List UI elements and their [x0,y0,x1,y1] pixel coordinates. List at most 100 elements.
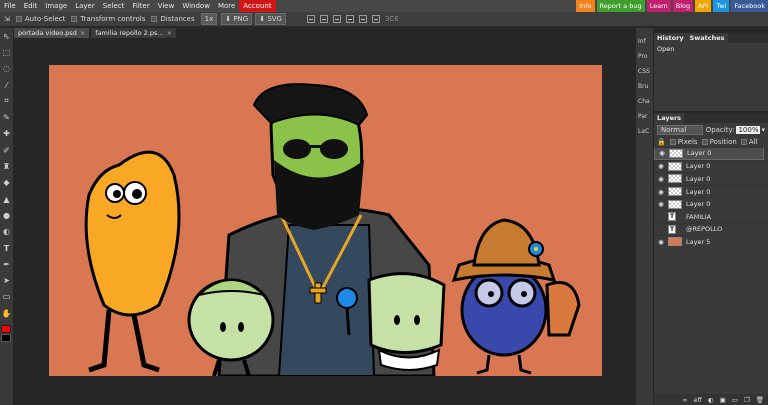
type-tool-icon[interactable]: T [0,240,13,256]
layer-row[interactable]: ◉ Layer 0 [654,159,768,173]
top-link-info[interactable]: Info [576,0,595,12]
menu-account[interactable]: Account [239,0,276,12]
menu-image[interactable]: Image [41,0,71,12]
tab-familia-repollo[interactable]: familia repollo 2.ps... × [91,28,177,38]
lasso-tool-icon[interactable]: ◌ [0,61,13,77]
background-color-swatch[interactable] [1,334,11,342]
align-left-icon[interactable] [306,15,315,23]
move-tool-icon[interactable]: ⇖ [0,28,13,44]
magic-wand-tool-icon[interactable]: ⁄ [0,77,13,93]
export-png-button[interactable]: ⬇ PNG [221,13,253,25]
distances-checkbox[interactable] [151,16,158,22]
healing-tool-icon[interactable]: ✚ [0,126,13,142]
menu-more[interactable]: More [214,0,239,12]
new-layer-icon[interactable]: ❐ [744,396,750,404]
panel-properties-button[interactable]: Pro [636,49,653,64]
adjustment-layer-icon[interactable]: ◐ [708,396,714,404]
brush-tool-icon[interactable]: ✐ [0,142,13,158]
panel-paragraph-button[interactable]: Par [636,109,653,124]
lock-pixels-checkbox[interactable] [669,139,676,145]
transform-controls-option[interactable]: Transform controls [71,15,145,23]
opacity-label: Opacity: [705,126,735,134]
top-link-facebook[interactable]: Facebook [731,0,768,12]
visibility-eye-icon[interactable]: ◉ [657,238,665,246]
lock-icon: 🔒 [657,138,666,146]
visibility-eye-icon[interactable]: ◉ [658,149,666,157]
top-link-learn[interactable]: Learn [646,0,671,12]
panel-info-button[interactable]: Inf [636,34,653,49]
align-right-icon[interactable] [332,15,341,23]
align-top-icon[interactable] [345,15,354,23]
visibility-eye-icon[interactable]: ◉ [657,175,665,183]
menu-edit[interactable]: Edit [20,0,42,12]
foreground-color-swatch[interactable] [1,325,11,333]
layer-effects-button[interactable]: eff [693,396,701,404]
zoom-select[interactable]: 1x [200,13,218,25]
tab-history[interactable]: History [654,33,687,43]
distances-option[interactable]: Distances [151,15,195,23]
lock-position-checkbox[interactable] [701,139,708,145]
clone-stamp-tool-icon[interactable]: ♜ [0,158,13,174]
top-link-twi[interactable]: Twi [713,0,730,12]
blueberry-character [451,218,581,375]
align-bottom-icon[interactable] [371,15,380,23]
layer-row[interactable]: ◉ Layer 0 [654,184,768,198]
new-folder-icon[interactable]: ▭ [732,396,738,404]
layer-row[interactable]: ◉ Layer 0 [654,147,764,160]
fill-tool-icon[interactable]: ▲ [0,191,13,207]
link-layers-icon[interactable]: ∞ [682,396,687,404]
export-svg-button[interactable]: ⬇ SVG [255,13,286,25]
lock-all-checkbox[interactable] [740,139,747,145]
crop-tool-icon[interactable]: ⌗ [0,93,13,109]
layer-name: @REPOLLO [686,225,723,234]
top-link-api[interactable]: API [695,0,712,12]
menu-filter[interactable]: Filter [128,0,153,12]
marquee-tool-icon[interactable]: ⬚ [0,44,13,60]
eyedropper-tool-icon[interactable]: ✎ [0,109,13,125]
layer-row[interactable]: ◉ Layer 0 [654,172,768,185]
distribute-label[interactable]: 3C6 [385,15,399,23]
panel-brush-button[interactable]: Bru [636,79,653,94]
auto-select-option[interactable]: Auto-Select [15,15,65,23]
panel-layer-comps-button[interactable]: LaC [636,124,653,139]
delete-layer-icon[interactable]: 🗑 [756,396,764,404]
menu-layer[interactable]: Layer [71,0,99,12]
menu-window[interactable]: Window [178,0,214,12]
layer-row[interactable]: T FAMILIA [654,209,768,223]
auto-select-checkbox[interactable] [15,16,22,22]
tab-layers[interactable]: Layers [654,113,685,123]
shape-tool-icon[interactable]: ▭ [0,289,13,305]
transform-controls-checkbox[interactable] [71,16,78,22]
panel-character-button[interactable]: Cha [636,94,653,109]
history-item[interactable]: Open [654,43,768,55]
tab-swatches[interactable]: Swatches [686,33,728,43]
visibility-eye-icon[interactable]: ◉ [657,188,665,196]
close-icon[interactable]: × [80,29,85,37]
opacity-input[interactable]: 100% [736,126,761,134]
eraser-tool-icon[interactable]: ◆ [0,175,13,191]
dodge-tool-icon[interactable]: ◐ [0,224,13,240]
menu-view[interactable]: View [154,0,179,12]
pen-tool-icon[interactable]: ✒ [0,256,13,272]
layer-row[interactable]: T @REPOLLO [654,222,768,236]
chevron-down-icon[interactable]: ▾ [761,126,765,134]
hand-tool-icon[interactable]: ✋ [0,305,13,321]
visibility-eye-icon[interactable]: ◉ [657,162,665,170]
panel-css-button[interactable]: CSS [636,64,653,79]
visibility-eye-icon[interactable]: ◉ [657,200,665,208]
mask-icon[interactable]: ▣ [720,396,726,404]
layer-row[interactable]: ◉ Layer 0 [654,197,768,210]
align-center-icon[interactable] [319,15,328,23]
path-select-tool-icon[interactable]: ➤ [0,272,13,288]
blur-tool-icon[interactable]: ● [0,207,13,223]
menu-file[interactable]: File [0,0,20,12]
tab-portada[interactable]: portada video.psd × [14,28,90,38]
top-link-report-a-bug[interactable]: Report a bug [596,0,645,12]
layer-row[interactable]: ◉ Layer 5 [654,235,768,248]
blend-mode-select[interactable]: Normal [657,125,703,135]
top-link-blog[interactable]: Blog [672,0,694,12]
close-icon[interactable]: × [167,29,172,37]
menu-select[interactable]: Select [99,0,129,12]
align-middle-icon[interactable] [358,15,367,23]
document-canvas[interactable] [49,65,602,376]
